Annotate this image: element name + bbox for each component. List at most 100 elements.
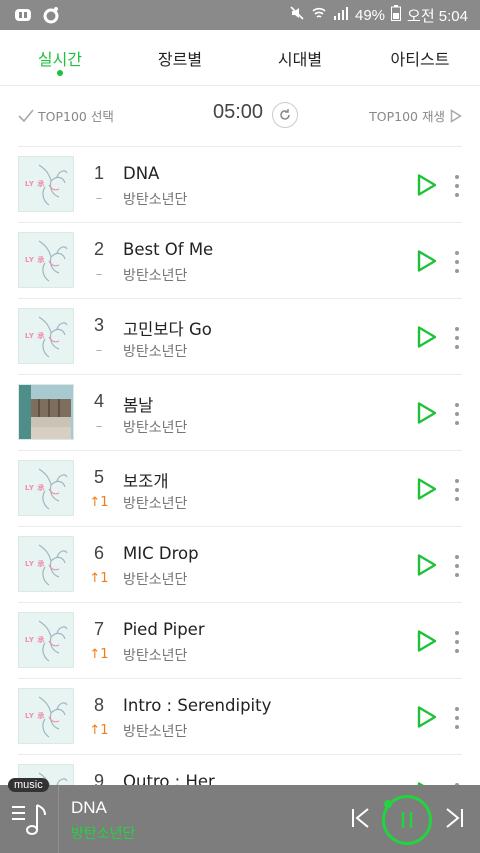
album-art[interactable]: LY 承 — [18, 232, 74, 288]
rank-number: 1 — [93, 163, 104, 183]
song-list: LY 承 1 – DNA 방탄소년단 LY 承 2 – Best Of Me 방탄소년단 LY 承 3… — [18, 146, 462, 830]
pause-button[interactable] — [382, 795, 432, 845]
play-button[interactable] — [416, 173, 438, 197]
album-art-text: LY 承 — [25, 256, 45, 264]
rank-number: 5 — [93, 467, 104, 487]
status-bar: 49% 오전 5:04 — [0, 0, 480, 30]
dot — [455, 336, 459, 340]
dot — [455, 488, 459, 492]
song-title[interactable]: MIC Drop — [123, 544, 199, 563]
dot — [455, 649, 459, 653]
album-art[interactable]: LY 承 — [18, 536, 74, 592]
song-artist[interactable]: 방탄소년단 — [123, 265, 187, 285]
playlist-music-icon — [12, 804, 46, 835]
album-art-text: LY 承 — [25, 560, 45, 568]
song-title[interactable]: 고민보다 Go — [123, 316, 212, 340]
album-art-text: LY 承 — [25, 484, 45, 492]
more-options-button[interactable] — [454, 251, 460, 273]
rank-change: ↑1 — [89, 571, 109, 586]
play-icon — [417, 402, 437, 424]
more-options-button[interactable] — [454, 631, 460, 653]
song-title[interactable]: Best Of Me — [123, 240, 213, 259]
rank-number: 3 — [93, 315, 104, 335]
song-artist[interactable]: 방탄소년단 — [123, 493, 187, 513]
song-row[interactable]: LY 承 7 ↑1 Pied Piper 방탄소년단 — [18, 602, 462, 678]
play-button[interactable] — [416, 249, 438, 273]
music-tag: music — [8, 778, 49, 792]
more-options-button[interactable] — [454, 327, 460, 349]
song-title[interactable]: 보조개 — [123, 468, 169, 492]
dot — [455, 184, 459, 188]
play-icon — [417, 326, 437, 348]
play-icon — [417, 706, 437, 728]
more-options-button[interactable] — [454, 479, 460, 501]
album-art[interactable]: LY 承 — [18, 460, 74, 516]
album-art[interactable] — [18, 384, 74, 440]
play-button[interactable] — [416, 401, 438, 425]
song-artist[interactable]: 방탄소년단 — [123, 569, 187, 589]
next-button[interactable] — [443, 807, 465, 829]
progress-dot — [384, 800, 392, 808]
play-icon — [417, 630, 437, 652]
mini-player[interactable]: DNA 방탄소년단 — [0, 785, 480, 853]
play-button[interactable] — [416, 325, 438, 349]
tab-genre[interactable]: 장르별 — [120, 30, 240, 85]
play-button[interactable] — [416, 477, 438, 501]
playlist-button[interactable] — [12, 801, 48, 837]
tab-era[interactable]: 시대별 — [240, 30, 360, 85]
play-button[interactable] — [416, 553, 438, 577]
song-artist[interactable]: 방탄소년단 — [123, 417, 187, 437]
rank-change: ↑1 — [89, 647, 109, 662]
play-button[interactable] — [416, 629, 438, 653]
previous-icon — [352, 808, 369, 828]
album-art-text: LY 承 — [25, 180, 45, 188]
song-row[interactable]: LY 承 3 – 고민보다 Go 방탄소년단 — [18, 298, 462, 374]
song-title[interactable]: DNA — [123, 164, 159, 183]
rank-number: 4 — [93, 391, 104, 411]
dot — [455, 260, 459, 264]
rank-change: ↑1 — [89, 723, 109, 738]
song-artist[interactable]: 방탄소년단 — [123, 341, 187, 361]
chart-update-time: 05:00 — [213, 101, 264, 123]
song-row[interactable]: LY 承 5 ↑1 보조개 방탄소년단 — [18, 450, 462, 526]
refresh-button[interactable] — [272, 102, 298, 128]
tab-label: 실시간 — [37, 50, 83, 69]
select-top100-button[interactable]: TOP100 선택 — [18, 106, 114, 125]
dot — [455, 631, 459, 635]
previous-button[interactable] — [350, 807, 372, 829]
active-tab-dot — [57, 70, 63, 76]
more-options-button[interactable] — [454, 403, 460, 425]
song-title[interactable]: 봄날 — [123, 392, 153, 416]
dot — [455, 555, 459, 559]
dot — [455, 479, 459, 483]
song-row[interactable]: LY 承 2 – Best Of Me 방탄소년단 — [18, 222, 462, 298]
song-artist[interactable]: 방탄소년단 — [123, 721, 187, 741]
tab-label: 아티스트 — [390, 50, 450, 69]
song-title[interactable]: Intro : Serendipity — [123, 696, 271, 715]
song-artist[interactable]: 방탄소년단 — [123, 645, 187, 665]
song-title[interactable]: Pied Piper — [123, 620, 205, 639]
more-options-button[interactable] — [454, 175, 460, 197]
select-top100-label: TOP100 선택 — [38, 109, 114, 124]
dot — [455, 412, 459, 416]
play-button[interactable] — [416, 705, 438, 729]
song-row[interactable]: LY 承 1 – DNA 방탄소년단 — [18, 146, 462, 222]
more-options-button[interactable] — [454, 555, 460, 577]
album-art[interactable]: LY 承 — [18, 612, 74, 668]
tab-realtime[interactable]: 실시간 — [0, 30, 120, 85]
song-artist[interactable]: 방탄소년단 — [123, 189, 187, 209]
album-art[interactable]: LY 承 — [18, 688, 74, 744]
more-options-button[interactable] — [454, 707, 460, 729]
play-top100-button[interactable]: TOP100 재생 — [369, 106, 462, 125]
album-art[interactable]: LY 承 — [18, 308, 74, 364]
song-row[interactable]: LY 承 6 ↑1 MIC Drop 방탄소년단 — [18, 526, 462, 602]
play-outline-icon — [450, 108, 462, 123]
album-art-text: LY 承 — [25, 636, 45, 644]
play-icon — [417, 250, 437, 272]
song-row[interactable]: 4 – 봄날 방탄소년단 — [18, 374, 462, 450]
album-art[interactable]: LY 承 — [18, 156, 74, 212]
song-row[interactable]: LY 承 8 ↑1 Intro : Serendipity 방탄소년단 — [18, 678, 462, 754]
mute-icon — [289, 5, 305, 25]
tab-artist[interactable]: 아티스트 — [360, 30, 480, 85]
check-icon — [18, 108, 34, 122]
